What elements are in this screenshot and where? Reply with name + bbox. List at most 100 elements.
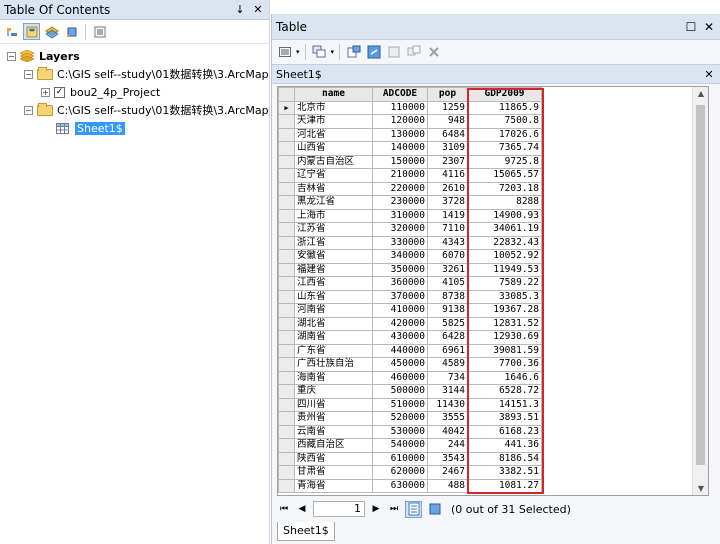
table-row[interactable]: 湖南省 430000 6428 12930.69 bbox=[278, 330, 542, 345]
table-cell-gdp2009[interactable]: 14151.3 bbox=[467, 397, 542, 412]
options-icon[interactable] bbox=[91, 23, 108, 40]
row-selector[interactable] bbox=[278, 384, 295, 399]
table-row[interactable]: 福建省 350000 3261 11949.53 bbox=[278, 262, 542, 277]
collapse-icon[interactable]: − bbox=[7, 51, 16, 61]
table-cell-name[interactable]: 青海省 bbox=[294, 478, 373, 493]
table-cell-gdp2009[interactable]: 3382.51 bbox=[467, 465, 542, 480]
table-cell-adcode[interactable]: 330000 bbox=[372, 235, 428, 250]
table-cell-gdp2009[interactable]: 8186.54 bbox=[467, 451, 542, 466]
table-row[interactable]: 广东省 440000 6961 39081.59 bbox=[278, 343, 542, 358]
table-cell-gdp2009[interactable]: 11865.9 bbox=[467, 100, 542, 115]
table-cell-gdp2009[interactable]: 7500.8 bbox=[467, 114, 542, 129]
table-cell-pop[interactable]: 1419 bbox=[427, 208, 468, 223]
table-cell-gdp2009[interactable]: 11949.53 bbox=[467, 262, 542, 277]
table-cell-pop[interactable]: 4343 bbox=[427, 235, 468, 250]
table-cell-pop[interactable]: 734 bbox=[427, 370, 468, 385]
list-by-visibility-icon[interactable] bbox=[43, 23, 60, 40]
expand-icon[interactable]: + bbox=[41, 87, 50, 97]
table-cell-pop[interactable]: 488 bbox=[427, 478, 468, 493]
attribute-grid[interactable]: name ADCODE pop GDP2009 ▶ 北京市 110000 1259 11865… bbox=[277, 86, 709, 496]
related-tables-icon[interactable] bbox=[311, 44, 328, 61]
layer-node-bou2[interactable]: + ✓ bou2_4p_Project bbox=[0, 83, 269, 101]
show-selected-records-icon[interactable] bbox=[426, 501, 443, 518]
table-cell-name[interactable]: 吉林省 bbox=[294, 181, 373, 196]
table-row[interactable]: 江西省 360000 4105 7589.22 bbox=[278, 276, 542, 291]
column-header-adcode[interactable]: ADCODE bbox=[372, 87, 428, 102]
table-row[interactable]: 贵州省 520000 3555 3893.51 bbox=[278, 411, 542, 426]
table-cell-gdp2009[interactable]: 7365.74 bbox=[467, 141, 542, 156]
table-cell-gdp2009[interactable]: 7203.18 bbox=[467, 181, 542, 196]
table-cell-name[interactable]: 海南省 bbox=[294, 370, 373, 385]
table-cell-name[interactable]: 内蒙古自治区 bbox=[294, 154, 373, 169]
table-cell-name[interactable]: 广东省 bbox=[294, 343, 373, 358]
row-selector[interactable] bbox=[278, 168, 295, 183]
row-selector[interactable] bbox=[278, 438, 295, 453]
table-cell-gdp2009[interactable]: 15065.57 bbox=[467, 168, 542, 183]
table-cell-pop[interactable]: 3728 bbox=[427, 195, 468, 210]
row-selector[interactable] bbox=[278, 208, 295, 223]
table-cell-name[interactable]: 四川省 bbox=[294, 397, 373, 412]
source-node-2[interactable]: − C:\GIS self--study\01数据转换\3.ArcMap bbox=[0, 101, 269, 119]
row-selector[interactable] bbox=[278, 235, 295, 250]
table-cell-pop[interactable]: 4589 bbox=[427, 357, 468, 372]
table-cell-name[interactable]: 山西省 bbox=[294, 141, 373, 156]
table-cell-gdp2009[interactable]: 39081.59 bbox=[467, 343, 542, 358]
list-by-drawing-order-icon[interactable] bbox=[3, 23, 20, 40]
table-cell-gdp2009[interactable]: 9725.8 bbox=[467, 154, 542, 169]
row-selector[interactable] bbox=[278, 276, 295, 291]
row-selector[interactable] bbox=[278, 316, 295, 331]
table-cell-adcode[interactable]: 220000 bbox=[372, 181, 428, 196]
table-row[interactable]: 黑龙江省 230000 3728 8288 bbox=[278, 195, 542, 210]
table-cell-name[interactable]: 河南省 bbox=[294, 303, 373, 318]
column-header-name[interactable]: name bbox=[294, 87, 373, 102]
row-selector-header[interactable] bbox=[278, 87, 295, 102]
select-by-attributes-icon[interactable] bbox=[345, 44, 362, 61]
table-cell-adcode[interactable]: 140000 bbox=[372, 141, 428, 156]
table-cell-name[interactable]: 甘肃省 bbox=[294, 465, 373, 480]
table-cell-pop[interactable]: 3555 bbox=[427, 411, 468, 426]
row-selector[interactable] bbox=[278, 222, 295, 237]
table-cell-adcode[interactable]: 210000 bbox=[372, 168, 428, 183]
collapse-icon[interactable]: − bbox=[24, 105, 33, 115]
dropdown-arrow-icon[interactable]: ▾ bbox=[296, 48, 300, 56]
table-cell-adcode[interactable]: 430000 bbox=[372, 330, 428, 345]
next-record-icon[interactable]: ▶ bbox=[369, 504, 383, 514]
table-cell-adcode[interactable]: 150000 bbox=[372, 154, 428, 169]
table-cell-name[interactable]: 陕西省 bbox=[294, 451, 373, 466]
table-cell-name[interactable]: 重庆 bbox=[294, 384, 373, 399]
table-cell-gdp2009[interactable]: 22832.43 bbox=[467, 235, 542, 250]
table-cell-adcode[interactable]: 520000 bbox=[372, 411, 428, 426]
table-cell-gdp2009[interactable]: 6528.72 bbox=[467, 384, 542, 399]
table-cell-pop[interactable]: 9138 bbox=[427, 303, 468, 318]
table-row[interactable]: 内蒙古自治区 150000 2307 9725.8 bbox=[278, 154, 542, 169]
table-cell-name[interactable]: 贵州省 bbox=[294, 411, 373, 426]
source-node-1[interactable]: − C:\GIS self--study\01数据转换\3.ArcMap bbox=[0, 65, 269, 83]
close-icon[interactable]: ✕ bbox=[702, 20, 716, 34]
list-by-selection-icon[interactable] bbox=[63, 23, 80, 40]
table-cell-adcode[interactable]: 310000 bbox=[372, 208, 428, 223]
table-cell-gdp2009[interactable]: 10052.92 bbox=[467, 249, 542, 264]
scroll-up-icon[interactable]: ▲ bbox=[693, 89, 708, 98]
table-cell-pop[interactable]: 8738 bbox=[427, 289, 468, 304]
table-row[interactable]: 吉林省 220000 2610 7203.18 bbox=[278, 181, 542, 196]
table-cell-pop[interactable]: 4042 bbox=[427, 424, 468, 439]
row-selector[interactable] bbox=[278, 397, 295, 412]
table-cell-pop[interactable]: 11430 bbox=[427, 397, 468, 412]
table-cell-gdp2009[interactable]: 441.36 bbox=[467, 438, 542, 453]
table-row[interactable]: 云南省 530000 4042 6168.23 bbox=[278, 424, 542, 439]
table-cell-name[interactable]: 上海市 bbox=[294, 208, 373, 223]
delete-selected-icon[interactable] bbox=[425, 44, 442, 61]
table-cell-name[interactable]: 江西省 bbox=[294, 276, 373, 291]
collapse-icon[interactable]: − bbox=[24, 69, 33, 79]
layer-visibility-checkbox[interactable]: ✓ bbox=[54, 86, 65, 98]
table-cell-adcode[interactable]: 500000 bbox=[372, 384, 428, 399]
table-cell-gdp2009[interactable]: 33085.3 bbox=[467, 289, 542, 304]
layers-node[interactable]: − Layers bbox=[0, 47, 269, 65]
table-cell-name[interactable]: 山东省 bbox=[294, 289, 373, 304]
table-cell-adcode[interactable]: 460000 bbox=[372, 370, 428, 385]
row-selector[interactable] bbox=[278, 411, 295, 426]
table-cell-gdp2009[interactable]: 12930.69 bbox=[467, 330, 542, 345]
table-cell-pop[interactable]: 6484 bbox=[427, 127, 468, 142]
table-cell-pop[interactable]: 3261 bbox=[427, 262, 468, 277]
table-row[interactable]: 山东省 370000 8738 33085.3 bbox=[278, 289, 542, 304]
